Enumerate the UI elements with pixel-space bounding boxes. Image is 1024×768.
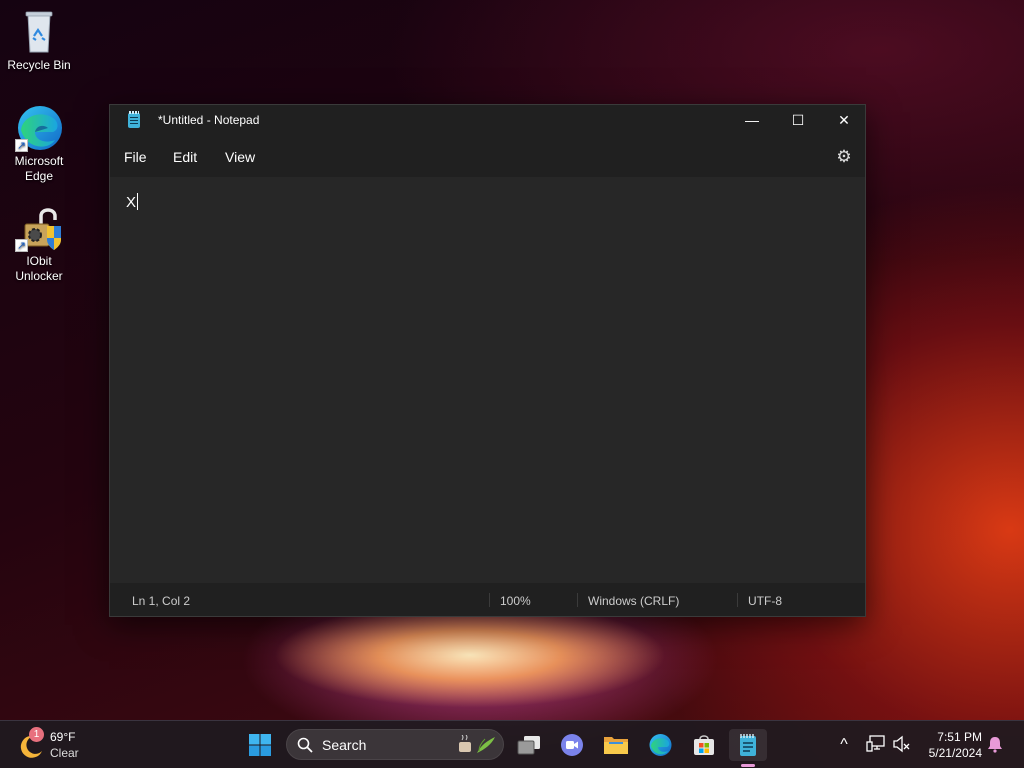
close-button[interactable]: ✕ — [821, 105, 867, 135]
clock-time: 7:51 PM — [937, 730, 982, 744]
chevron-up-icon: ^ — [840, 736, 848, 753]
gear-icon: ⚙ — [836, 147, 852, 166]
notepad-icon — [740, 734, 756, 756]
desktop-icon-label: IObit — [26, 254, 52, 268]
desktop-icon-label: Unlocker — [15, 269, 63, 283]
shortcut-arrow-icon: ↗ — [15, 139, 28, 152]
search-label: Search — [322, 737, 367, 753]
bell-icon — [988, 737, 1002, 753]
status-encoding[interactable]: UTF-8 — [748, 594, 782, 608]
weather-widget[interactable]: 1 69°F Clear — [16, 727, 136, 763]
status-cursor-position: Ln 1, Col 2 — [132, 594, 191, 608]
desktop-icon-label: Edge — [24, 169, 54, 183]
notepad-taskbar-button[interactable] — [729, 729, 767, 767]
window-title: *Untitled - Notepad — [158, 113, 260, 127]
start-button[interactable] — [244, 729, 276, 761]
desktop-icon-label: Recycle Bin — [7, 58, 71, 72]
desktop-icon-recycle-bin[interactable]: Recycle Bin — [4, 8, 74, 73]
edge-icon: ↗ — [15, 104, 63, 152]
maximize-icon: ☐ — [791, 111, 805, 128]
minimize-icon: — — [745, 112, 759, 128]
search-box[interactable]: Search — [286, 729, 504, 760]
iobit-unlocker-icon: ↗ — [15, 204, 63, 252]
weather-condition: Clear — [50, 746, 79, 760]
desktop-icon-microsoft-edge[interactable]: ↗ Microsoft Edge — [4, 104, 74, 184]
status-divider — [577, 593, 578, 607]
task-view-icon — [517, 736, 540, 755]
windows-logo-icon — [249, 734, 271, 756]
show-hidden-icons-button[interactable]: ^ — [834, 735, 854, 755]
text-editor[interactable]: X — [110, 177, 865, 583]
status-divider — [489, 593, 490, 607]
network-button[interactable] — [866, 735, 888, 755]
volume-button[interactable] — [892, 735, 914, 755]
search-highlight-icon — [459, 735, 495, 753]
desktop-icon-label: Microsoft — [14, 154, 64, 168]
menu-bar: File Edit View ⚙ — [110, 137, 865, 177]
teams-chat-button[interactable] — [556, 729, 588, 761]
edge-icon — [649, 734, 672, 756]
menu-file[interactable]: File — [124, 149, 147, 165]
shortcut-arrow-icon: ↗ — [15, 239, 28, 252]
edge-taskbar-button[interactable] — [644, 729, 676, 761]
weather-temperature: 69°F — [50, 730, 76, 744]
text-caret — [137, 193, 139, 210]
chat-icon — [561, 734, 583, 756]
menu-edit[interactable]: Edit — [173, 149, 197, 165]
volume-muted-icon — [893, 735, 910, 753]
network-icon — [866, 735, 885, 752]
store-icon — [694, 735, 714, 755]
active-app-indicator — [741, 764, 755, 767]
status-line-ending[interactable]: Windows (CRLF) — [588, 594, 679, 608]
notifications-button[interactable] — [986, 735, 1006, 755]
notification-badge: 1 — [29, 727, 44, 742]
status-divider — [737, 593, 738, 607]
status-bar: Ln 1, Col 2 100% Windows (CRLF) UTF-8 — [110, 583, 865, 616]
menu-view[interactable]: View — [225, 149, 255, 165]
status-zoom[interactable]: 100% — [500, 594, 531, 608]
task-view-button[interactable] — [513, 729, 545, 761]
editor-content: X — [126, 194, 137, 211]
clock[interactable]: 7:51 PM 5/21/2024 — [920, 728, 982, 762]
microsoft-store-button[interactable] — [688, 729, 720, 761]
settings-button[interactable]: ⚙ — [835, 148, 853, 166]
close-icon: ✕ — [838, 111, 850, 128]
desktop-icon-iobit-unlocker[interactable]: ↗ IObit Unlocker — [4, 204, 74, 284]
minimize-button[interactable]: — — [729, 105, 775, 135]
notepad-window: *Untitled - Notepad — ☐ ✕ File Edit View… — [109, 104, 866, 617]
title-bar[interactable]: *Untitled - Notepad — ☐ ✕ — [110, 105, 865, 137]
recycle-bin-icon — [15, 8, 63, 56]
taskbar: 1 69°F Clear Search ^ 7:51 PM 5/21/2024 — [0, 720, 1024, 768]
search-icon — [297, 737, 313, 753]
notepad-icon — [128, 111, 140, 128]
clock-date: 5/21/2024 — [928, 746, 982, 760]
maximize-button[interactable]: ☐ — [775, 105, 821, 135]
folder-icon — [604, 737, 628, 754]
file-explorer-button[interactable] — [600, 729, 632, 761]
